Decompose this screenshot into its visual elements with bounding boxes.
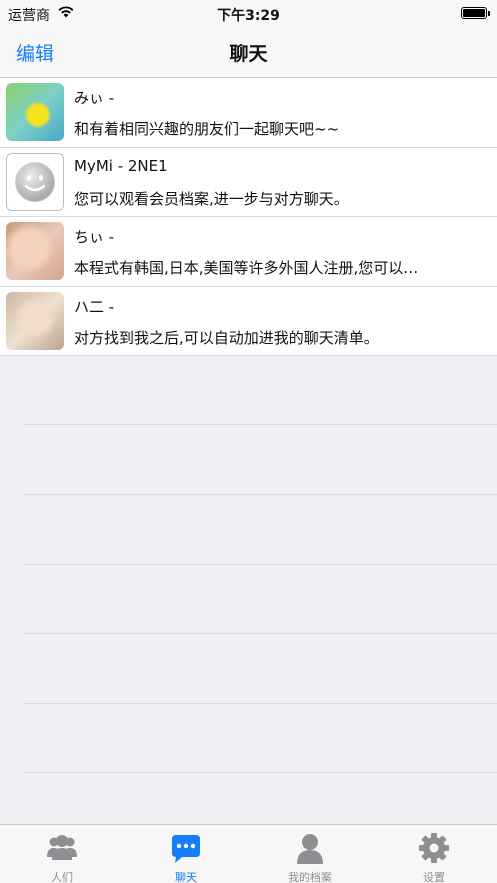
page-title: 聊天 <box>229 43 268 65</box>
tab-settings[interactable]: 设置 <box>372 825 496 883</box>
tab-label: 人们 <box>51 871 73 883</box>
empty-row-separator <box>24 633 497 634</box>
chat-preview: 对方找到我之后,可以自动加进我的聊天清单。 <box>74 328 379 347</box>
tab-label: 设置 <box>423 871 445 883</box>
tab-chat[interactable]: 聊天 <box>124 825 248 883</box>
chat-preview: 您可以观看会员档案,进一步与对方聊天。 <box>74 189 349 208</box>
screen: 运营商 下午3:29 编辑 聊天 みぃ - 和有着相同兴趣的朋友们一起聊天吧~~ <box>0 0 497 883</box>
status-time: 下午3:29 <box>217 8 280 24</box>
chat-list: みぃ - 和有着相同兴趣的朋友们一起聊天吧~~ MyMi - 2NE1 您可以观… <box>0 78 497 356</box>
chat-preview: 和有着相同兴趣的朋友们一起聊天吧~~ <box>74 120 340 138</box>
chat-row[interactable]: ハ二 - 对方找到我之后,可以自动加进我的聊天清单。 <box>0 286 497 356</box>
people-icon <box>47 835 77 860</box>
navigation-bar: 编辑 聊天 <box>0 26 497 78</box>
profile-icon <box>297 834 323 864</box>
empty-row-separator <box>24 703 497 704</box>
chat-name: ハ二 - <box>74 297 115 316</box>
avatar <box>6 291 64 350</box>
chat-row[interactable]: みぃ - 和有着相同兴趣的朋友们一起聊天吧~~ <box>0 78 497 148</box>
chat-row[interactable]: ちぃ - 本程式有韩国,日本,美国等许多外国人注册,您可以… <box>0 217 497 287</box>
tab-people[interactable]: 人们 <box>0 825 124 883</box>
empty-row-separator <box>24 424 497 425</box>
empty-row-separator <box>24 772 497 773</box>
empty-row-separator <box>24 564 497 565</box>
gear-icon <box>419 833 449 863</box>
tab-label: 我的档案 <box>288 871 332 883</box>
status-bar: 运营商 下午3:29 <box>0 0 497 26</box>
avatar <box>6 152 64 211</box>
tab-my-profile[interactable]: 我的档案 <box>248 825 372 883</box>
battery-icon <box>461 7 490 19</box>
chat-row[interactable]: MyMi - 2NE1 您可以观看会员档案,进一步与对方聊天。 <box>0 147 497 217</box>
tab-bar: 人们 聊天 我的档案 设置 <box>0 824 497 883</box>
smiley-face-icon <box>15 161 55 202</box>
chat-preview: 本程式有韩国,日本,美国等许多外国人注册,您可以… <box>74 259 419 277</box>
chat-bubble-icon <box>172 835 200 863</box>
tab-label: 聊天 <box>175 871 197 883</box>
avatar <box>6 222 64 280</box>
chat-name: ちぃ - <box>74 228 115 246</box>
empty-row-separator <box>24 494 497 495</box>
chat-name: MyMi - 2NE1 <box>74 156 168 175</box>
avatar <box>6 83 64 141</box>
chat-name: みぃ - <box>74 89 115 107</box>
